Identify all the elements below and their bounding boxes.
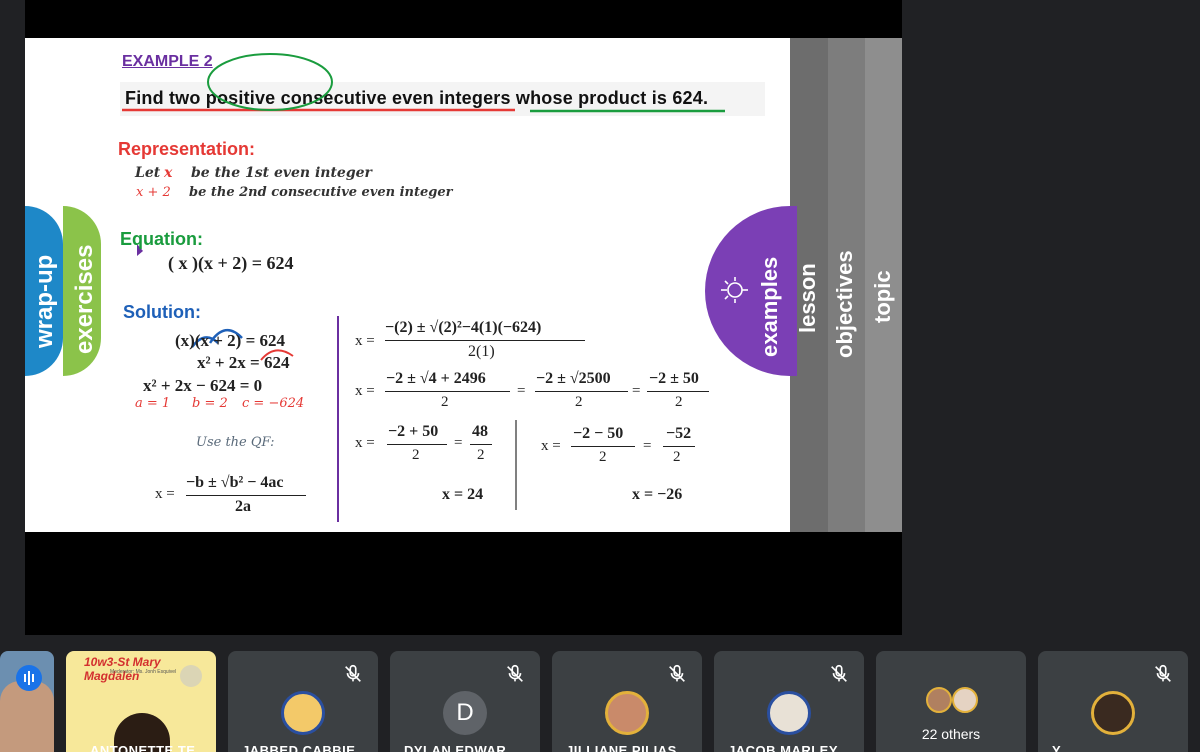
participant-tile-jacob[interactable]: JACOB MARLEY <box>714 651 864 752</box>
participant-tile-y[interactable]: Y <box>1038 651 1188 752</box>
step2-numerator-a: −2 ± √4 + 2496 <box>386 370 486 387</box>
step4-equals: = <box>643 438 652 454</box>
tab-objectives: objectives <box>827 38 865 532</box>
step2-numerator-c: −2 ± 50 <box>649 370 699 387</box>
step1-fraction-bar <box>385 340 585 341</box>
avatar <box>1091 691 1135 735</box>
avatar: D <box>443 691 487 735</box>
coef-b: b = 2 <box>192 396 228 411</box>
avatar <box>605 691 649 735</box>
solution-line-3: x² + 2x − 624 = 0 <box>143 376 263 395</box>
equation-heading: Equation: <box>120 229 203 249</box>
step4-fraction-bar-b <box>663 446 695 447</box>
step1-lhs: x = <box>355 333 375 349</box>
participant-tile-jilliane[interactable]: JILLIANE PILIAS <box>552 651 702 752</box>
step4-fraction-bar-a <box>571 446 635 447</box>
step4-numerator-a: −2 − 50 <box>573 425 624 442</box>
step4-denominator-b: 2 <box>673 449 681 465</box>
participant-tile-dylan[interactable]: D DYLAN EDWAR... <box>390 651 540 752</box>
avatar <box>767 691 811 735</box>
speaking-indicator-icon <box>16 665 42 691</box>
mic-off-icon <box>180 665 202 687</box>
step1-denominator: 2(1) <box>468 343 495 360</box>
representation-heading: Representation: <box>118 139 256 159</box>
avatar <box>926 687 952 713</box>
step2-fraction-bar-c <box>647 391 709 392</box>
presentation-slide: wrap-up exercises EXAMPLE 2 Find two pos… <box>25 38 902 532</box>
rep-x2: x + 2 <box>136 185 171 200</box>
step2-denominator-a: 2 <box>441 394 449 410</box>
mic-off-icon <box>669 664 685 682</box>
step3-fraction-bar-a <box>387 444 447 445</box>
coef-c: c = −624 <box>242 396 305 411</box>
participant-video-self <box>0 681 54 752</box>
step3-numerator-b: 48 <box>472 423 488 440</box>
participant-tile-antonette[interactable]: 10w3-St Mary Magdalen Moderator: Ms. Jon… <box>66 651 216 752</box>
participant-name-dylan: DYLAN EDWAR... <box>404 743 519 752</box>
mic-off-icon <box>345 664 361 682</box>
step2-numerator-b: −2 ± √2500 <box>536 370 611 387</box>
step2-denominator-c: 2 <box>675 394 683 410</box>
lightbulb-icon <box>721 277 748 303</box>
mic-off-icon <box>507 664 523 682</box>
step3-lhs: x = <box>355 435 375 451</box>
qf-fraction-bar <box>186 495 306 496</box>
participant-name-y: Y <box>1052 743 1062 752</box>
step1-numerator: −(2) ± √(2)²−4(1)(−624) <box>385 319 542 336</box>
step2-equals-2: = <box>632 383 641 399</box>
tab-examples-label: examples <box>757 256 782 357</box>
step2-fraction-bar-a <box>385 391 510 392</box>
step2-equals-1: = <box>517 383 526 399</box>
avatar <box>952 687 978 713</box>
participant-name-antonette: ANTONETTE TE... <box>90 743 208 752</box>
participant-tile-jabbed[interactable]: JABBED CABBIE <box>228 651 378 752</box>
tab-objectives-label: objectives <box>832 250 857 358</box>
step2-denominator-b: 2 <box>575 394 583 410</box>
others-count: 22 others <box>921 726 981 742</box>
participant-tile-others[interactable]: 22 others <box>876 651 1026 752</box>
step3-denominator-a: 2 <box>412 447 420 463</box>
coef-a: a = 1 <box>135 396 171 411</box>
participant-tile-self[interactable] <box>0 651 54 752</box>
rep-line2: be the 2nd consecutive even integer <box>189 185 453 200</box>
step3-numerator-a: −2 + 50 <box>388 423 439 440</box>
avatar <box>281 691 325 735</box>
mic-off-icon <box>831 664 847 682</box>
step3-equals: = <box>454 435 463 451</box>
mic-off-icon <box>1155 664 1171 682</box>
step2-lhs: x = <box>355 383 375 399</box>
use-qf-label: Use the QF: <box>196 435 275 450</box>
result-positive: x = 24 <box>442 486 484 503</box>
solution-line-2: x² + 2x = 624 <box>197 353 290 372</box>
tab-topic: topic <box>863 38 902 532</box>
participant-strip: 10w3-St Mary Magdalen Moderator: Ms. Jon… <box>0 650 1200 752</box>
step4-lhs: x = <box>541 438 561 454</box>
qf-denominator: 2a <box>235 498 251 515</box>
step2-fraction-bar-b <box>535 391 628 392</box>
tab-topic-label: topic <box>870 270 895 323</box>
result-negative: x = −26 <box>632 486 683 503</box>
qf-numerator: −b ± √b² − 4ac <box>186 474 284 491</box>
step4-denominator-a: 2 <box>599 449 607 465</box>
rep-x: x <box>164 165 173 181</box>
step3-fraction-bar-b <box>470 444 492 445</box>
rep-line1: be the 1st even integer <box>191 165 372 181</box>
participant-name-jacob: JACOB MARLEY <box>728 743 839 752</box>
participant-name-jilliane: JILLIANE PILIAS <box>566 743 677 752</box>
step4-numerator-b: −52 <box>666 425 692 442</box>
participant-name-jabbed: JABBED CABBIE <box>242 743 356 752</box>
room-subheader: Moderator: Ms. Jonh Esquivel <box>110 669 177 675</box>
equation: ( x )(x + 2) = 624 <box>168 253 294 273</box>
rep-let: Let <box>135 165 161 181</box>
qf-lhs: x = <box>155 486 175 502</box>
solution-line-1: (x)(x + 2) = 624 <box>175 331 286 350</box>
solution-heading: Solution: <box>123 302 201 322</box>
sidebar-background <box>902 0 1200 645</box>
step3-denominator-b: 2 <box>477 447 485 463</box>
tab-lesson-label: lesson <box>795 263 820 333</box>
